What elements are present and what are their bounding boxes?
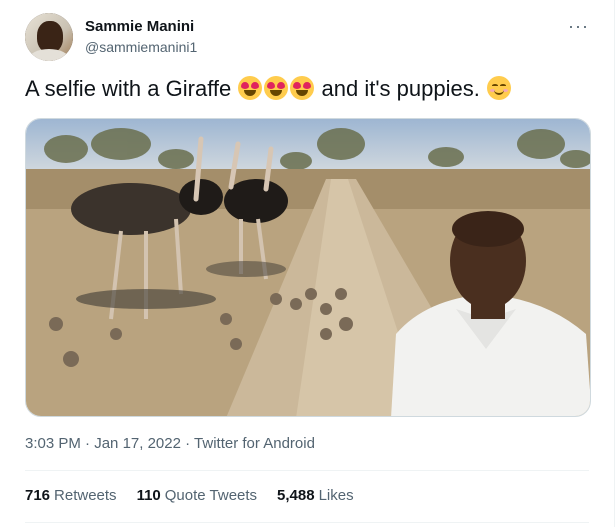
- retweets-stat[interactable]: 716 Retweets: [25, 487, 117, 504]
- tweet-source[interactable]: Twitter for Android: [194, 435, 315, 452]
- likes-label: Likes: [318, 487, 354, 504]
- meta-separator: ·: [85, 435, 91, 452]
- retweets-label: Retweets: [54, 487, 117, 504]
- smiling-blush-emoji: [486, 76, 511, 100]
- retweets-count: 716: [25, 487, 51, 504]
- more-horizontal-icon[interactable]: ···: [568, 16, 589, 37]
- tweet-card: Sammie Manini @sammiemanini1 ··· A selfi…: [0, 0, 615, 527]
- tweet-photo[interactable]: [25, 118, 591, 417]
- likes-stat[interactable]: 5,488 Likes: [277, 487, 354, 504]
- quote-tweets-label: Quote Tweets: [164, 487, 258, 504]
- divider: [25, 470, 589, 471]
- tweet-time[interactable]: 3:03 PM: [25, 435, 81, 452]
- heart-eyes-emoji: [238, 76, 263, 100]
- display-name[interactable]: Sammie Manini: [85, 17, 197, 37]
- tweet-date[interactable]: Jan 17, 2022: [94, 435, 181, 452]
- tweet-text: A selfie with a Giraffe and it's puppies…: [25, 74, 512, 104]
- user-handle[interactable]: @sammiemanini1: [85, 37, 197, 57]
- likes-count: 5,488: [277, 487, 315, 504]
- tweet-header: Sammie Manini @sammiemanini1: [25, 13, 197, 61]
- tweet-text-part-2: and it's puppies.: [321, 76, 480, 101]
- quote-tweets-stat[interactable]: 110 Quote Tweets: [137, 487, 257, 504]
- heart-eyes-emoji: [290, 76, 315, 100]
- divider-bottom: [25, 522, 589, 523]
- tweet-stats: 716 Retweets 110 Quote Tweets 5,488 Likes: [25, 487, 354, 504]
- meta-separator-2: ·: [185, 435, 191, 452]
- heart-eyes-emoji: [264, 76, 289, 100]
- user-names: Sammie Manini @sammiemanini1: [85, 17, 197, 57]
- quote-tweets-count: 110: [136, 487, 161, 504]
- avatar[interactable]: [25, 13, 73, 61]
- tweet-meta: 3:03 PM · Jan 17, 2022 · Twitter for And…: [25, 435, 315, 452]
- tweet-text-part-1: A selfie with a Giraffe: [25, 76, 232, 101]
